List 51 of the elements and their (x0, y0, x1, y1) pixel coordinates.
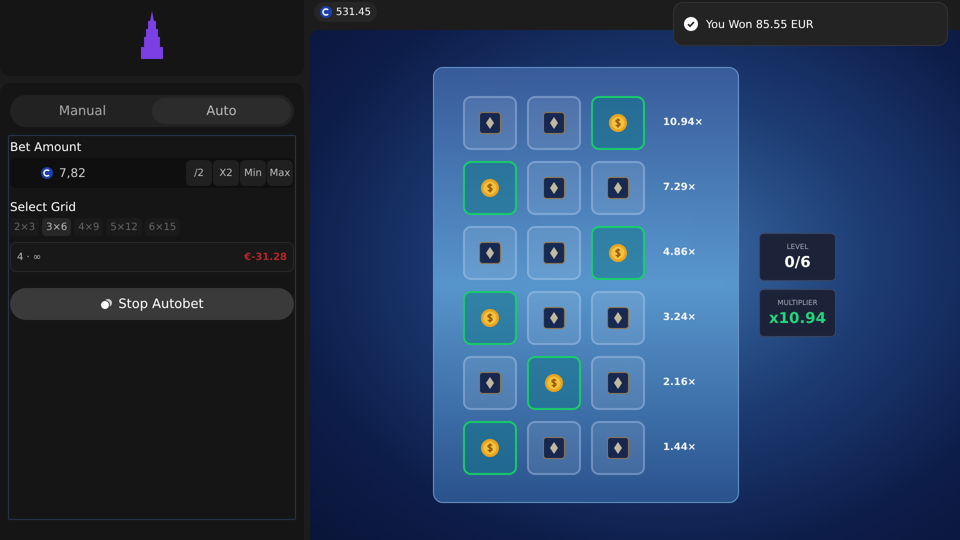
stop-autobet-button[interactable]: Stop Autobet (10, 288, 294, 320)
gem-tile[interactable] (463, 356, 517, 410)
dollar-coin-icon (545, 374, 563, 392)
profit-value: €-31.28 (244, 252, 287, 262)
bet-adjust-button[interactable]: X2 (213, 160, 239, 186)
coin-tile[interactable] (463, 420, 517, 474)
coin-tile[interactable] (591, 96, 645, 150)
bet-amount-label: Bet Amount (10, 140, 82, 154)
level-value: 0/6 (784, 253, 811, 271)
gem-tile[interactable] (527, 160, 581, 214)
win-message: You Won 85.55 EUR (706, 18, 814, 30)
gem-tile[interactable] (463, 226, 517, 280)
bet-adjust-button[interactable]: Min (240, 160, 266, 186)
gem-tile[interactable] (591, 290, 645, 344)
row-multiplier: 4.86× (663, 247, 696, 258)
check-icon (684, 17, 698, 31)
coins-icon (100, 298, 112, 310)
coin-icon (320, 6, 332, 18)
row-multiplier: 10.94× (663, 117, 704, 128)
autobet-count: 4 · ∞ (17, 252, 42, 262)
balance-value: 531.45 (336, 6, 371, 18)
gem-tile[interactable] (527, 420, 581, 474)
mode-tab[interactable]: Manual (13, 98, 152, 124)
dollar-coin-icon (609, 114, 627, 132)
bet-adjust-button[interactable]: /2 (186, 160, 212, 186)
row-multiplier: 3.24× (663, 312, 696, 323)
dollar-coin-icon (609, 244, 627, 262)
gem-tile[interactable] (527, 290, 581, 344)
gem-tile[interactable] (527, 96, 581, 150)
gem-tile[interactable] (591, 420, 645, 474)
gem-tile[interactable] (527, 226, 581, 280)
row-multiplier: 2.16× (663, 377, 696, 388)
dollar-coin-icon (481, 438, 499, 456)
select-grid-label: Select Grid (10, 200, 78, 214)
coin-tile[interactable] (527, 356, 581, 410)
dollar-coin-icon (481, 308, 499, 326)
grid-option[interactable]: 3×6 (42, 218, 72, 236)
coin-icon (41, 167, 53, 179)
coin-tile[interactable] (591, 226, 645, 280)
dollar-coin-icon (481, 178, 499, 196)
gem-tile[interactable] (591, 160, 645, 214)
gem-tile[interactable] (463, 96, 517, 150)
bet-adjust-button[interactable]: Max (267, 160, 293, 186)
gem-tile[interactable] (591, 356, 645, 410)
row-multiplier: 1.44× (663, 442, 696, 453)
mode-tab[interactable]: Auto (152, 98, 291, 124)
multiplier-value: x10.94 (768, 309, 826, 327)
bet-amount-field[interactable]: 7,82 (57, 165, 141, 181)
coin-tile[interactable] (463, 290, 517, 344)
row-multiplier: 7.29× (663, 182, 696, 193)
coin-tile[interactable] (463, 160, 517, 214)
